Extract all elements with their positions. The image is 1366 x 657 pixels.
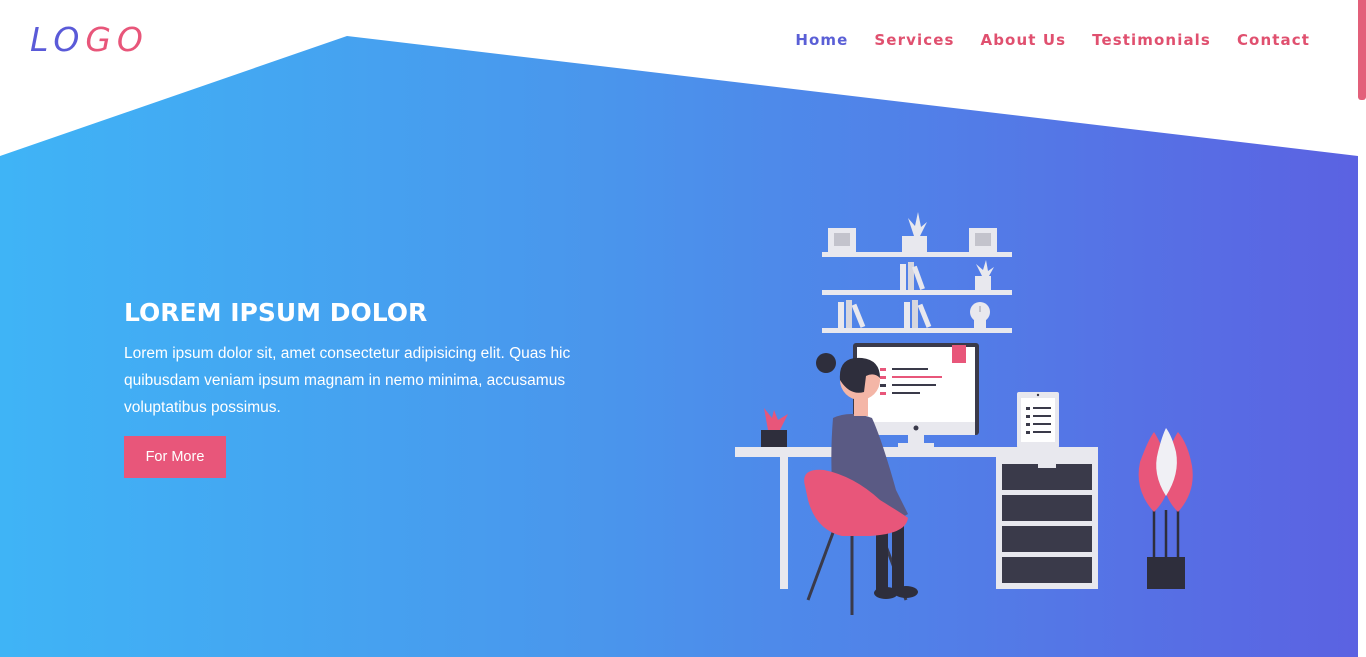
logo-text-part1: LO (30, 20, 86, 59)
for-more-button[interactable]: For More (124, 436, 226, 478)
nav-item-home[interactable]: Home (795, 30, 848, 50)
hero-title: LOREM IPSUM DOLOR (124, 298, 428, 327)
tablet (1017, 392, 1059, 448)
bookshelf (822, 212, 1012, 333)
desk-plant (761, 408, 788, 447)
nav-item-services[interactable]: Services (874, 30, 954, 50)
logo[interactable]: LOGO (30, 20, 149, 60)
hero-description: Lorem ipsum dolor sit, amet consectetur … (124, 345, 571, 416)
nav-item-about-us[interactable]: About Us (981, 30, 1067, 50)
desk (735, 447, 1098, 589)
page-scrollbar[interactable] (1358, 0, 1366, 100)
workspace-illustration (735, 212, 1193, 615)
nav-item-testimonials[interactable]: Testimonials (1092, 30, 1211, 50)
logo-text-part2: GO (85, 20, 149, 59)
main-nav: Home Services About Us Testimonials Cont… (795, 30, 1310, 50)
nav-item-contact[interactable]: Contact (1237, 30, 1310, 50)
floor-plant (1138, 428, 1193, 589)
